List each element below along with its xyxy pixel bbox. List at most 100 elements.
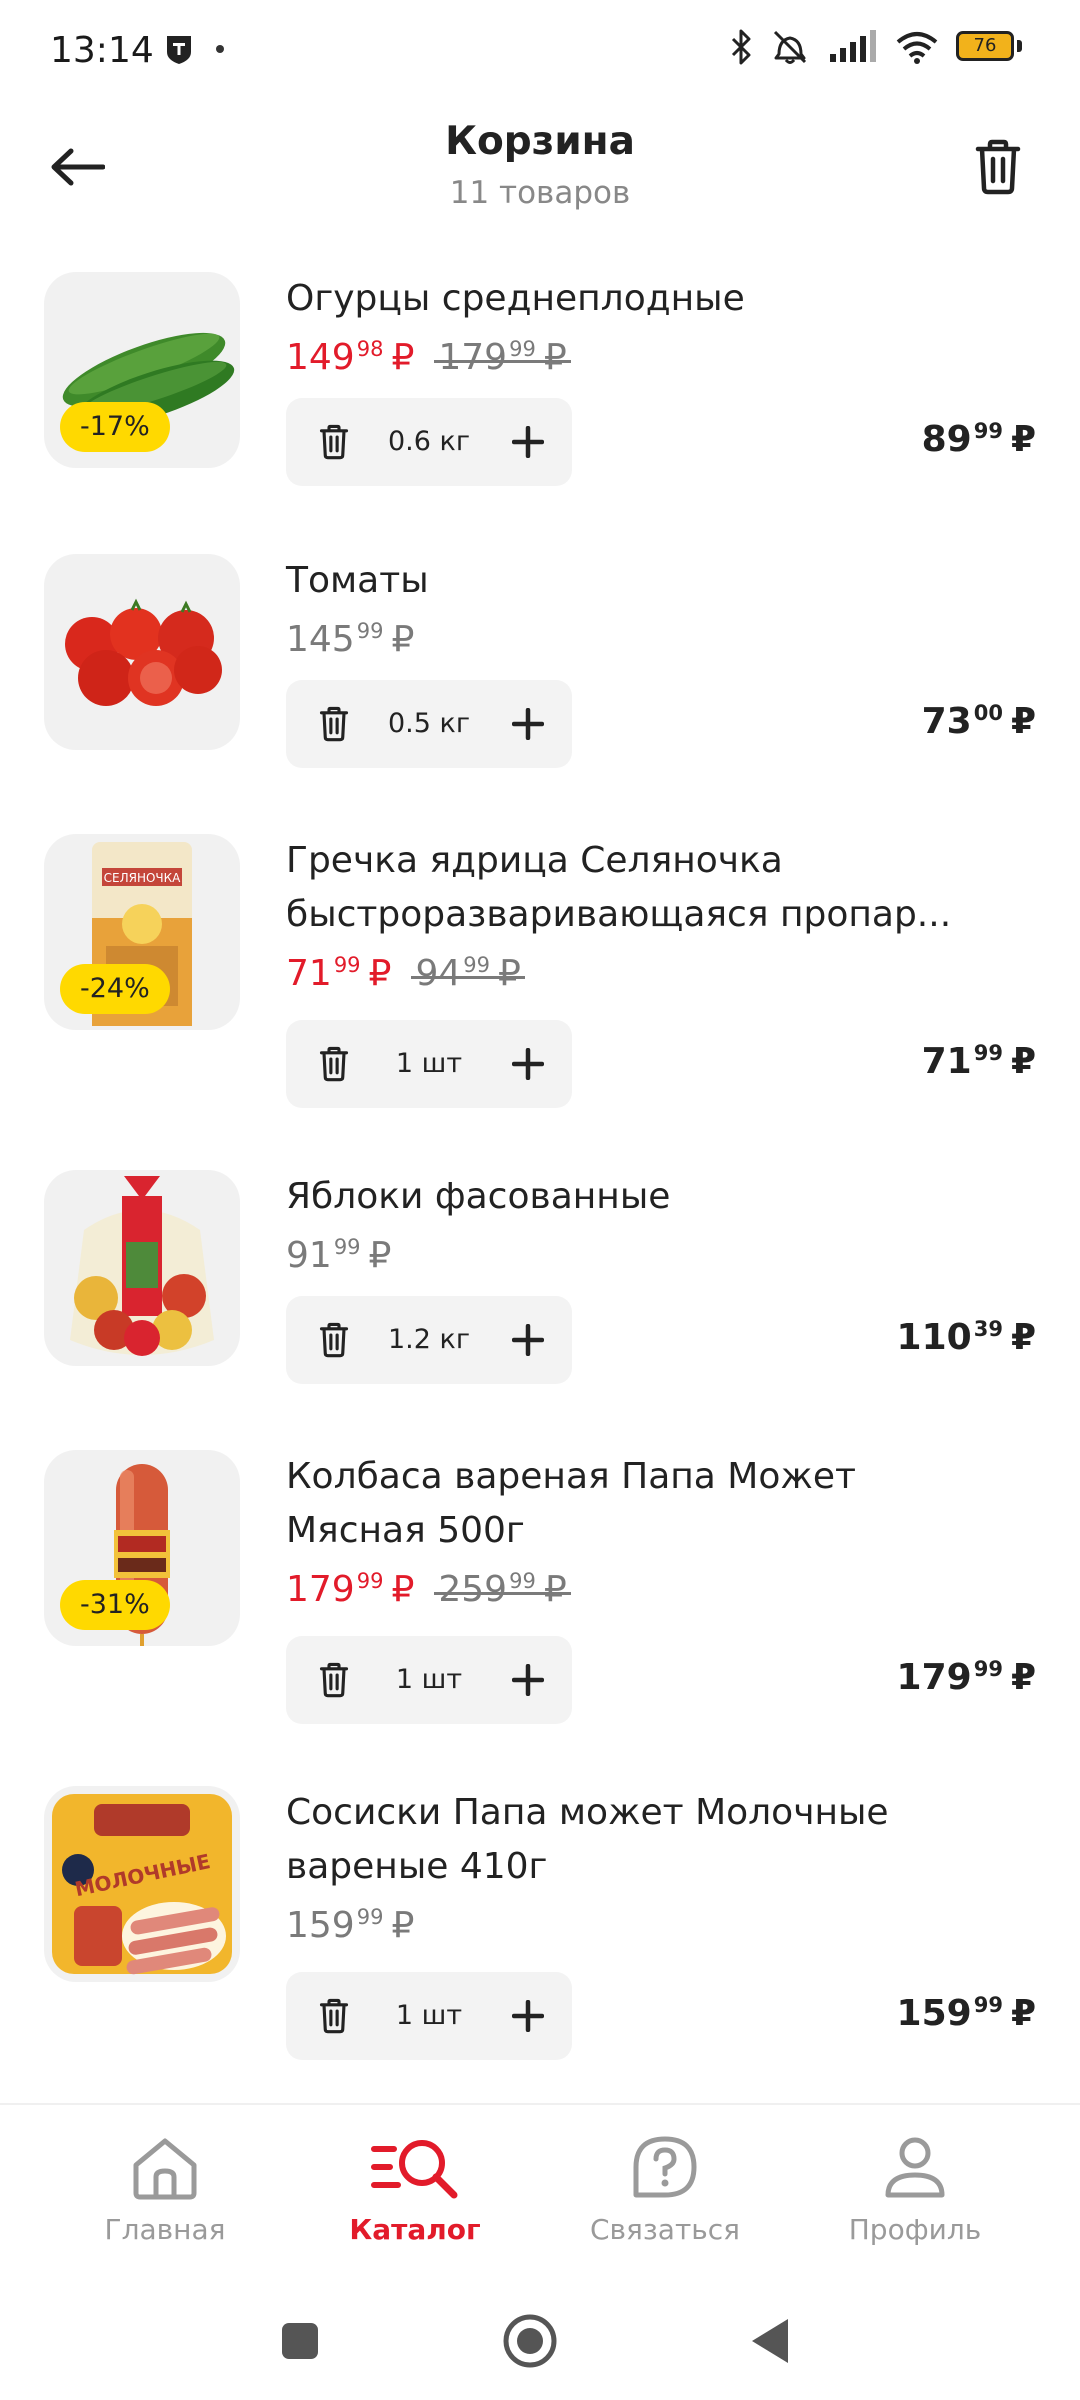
line-total: 89 99 ₽ [921, 419, 1036, 460]
price-row: 71 99 ₽ 94 99 ₽ [286, 952, 526, 996]
status-system-icons: 76 [730, 28, 1022, 66]
discount-badge: -24% [60, 964, 170, 1014]
quantity-value: 1 шт [395, 1048, 463, 1079]
quantity-stepper: 1.2 кг [286, 1296, 572, 1384]
cart-item: СЕЛЯНОЧКА -24% Гречка ядрица Селяночка б… [0, 834, 1080, 1124]
add-quantity-button[interactable] [502, 416, 554, 468]
quantity-value: 1.2 кг [387, 1324, 470, 1355]
quantity-value: 1 шт [395, 1664, 463, 1695]
quantity-value: 1 шт [395, 2000, 463, 2031]
nav-item-contact[interactable]: Связаться [530, 2135, 800, 2265]
frankfurters-package-image: МОЛОЧНЫЕ [52, 1794, 232, 1975]
quantity-value: 0.6 кг [387, 426, 470, 457]
product-name[interactable]: Огурцы среднеплодные [286, 272, 1006, 326]
home-system-button[interactable] [500, 2311, 560, 2371]
price-row: 179 99 ₽ 259 99 ₽ [286, 1568, 572, 1612]
remove-item-button[interactable] [308, 1314, 360, 1366]
discount-badge: -17% [60, 402, 170, 452]
back-system-button[interactable] [740, 2311, 800, 2371]
product-name[interactable]: Яблоки фасованные [286, 1170, 1006, 1224]
items-count: 11 товаров [449, 175, 631, 211]
line-total: 179 99 ₽ [896, 1657, 1036, 1698]
nav-item-catalog[interactable]: Каталог [280, 2135, 550, 2265]
notification-app-icon [167, 36, 191, 64]
trash-icon [975, 139, 1021, 195]
add-quantity-button[interactable] [502, 698, 554, 750]
battery-icon: 76 [956, 31, 1022, 63]
price-row: 91 99 ₽ [286, 1234, 391, 1278]
circle-icon [503, 2314, 557, 2368]
triangle-back-icon [752, 2319, 788, 2363]
status-notifications [162, 32, 224, 66]
product-image[interactable] [44, 554, 240, 750]
square-icon [282, 2323, 318, 2359]
trash-icon [319, 1322, 349, 1358]
current-price: 145 99 ₽ [286, 619, 415, 660]
trash-icon [319, 1046, 349, 1082]
remove-item-button[interactable] [308, 1654, 360, 1706]
cart-header: Корзина 11 товаров [0, 105, 1080, 255]
nav-item-profile[interactable]: Профиль [780, 2135, 1050, 2265]
price-row: 145 99 ₽ [286, 618, 414, 662]
current-price: 179 99 ₽ [286, 1569, 415, 1610]
nav-item-home[interactable]: Главная [30, 2135, 300, 2265]
cart-item: МОЛОЧНЫЕ Сосиски Папа может Молочные вар… [0, 1786, 1080, 2076]
product-image[interactable]: -31% [44, 1450, 240, 1646]
line-total: 110 39 ₽ [896, 1317, 1036, 1358]
trash-icon [319, 1662, 349, 1698]
wifi-icon [896, 32, 938, 64]
plus-icon [512, 426, 544, 458]
trash-icon [319, 1998, 349, 2034]
product-name[interactable]: Гречка ядрица Селяночка быстроразвариваю… [286, 834, 1006, 942]
add-quantity-button[interactable] [502, 1314, 554, 1366]
remove-item-button[interactable] [308, 416, 360, 468]
page-title: Корзина [445, 119, 635, 164]
mute-icon [773, 30, 807, 64]
product-name[interactable]: Колбаса вареная Папа Может Мясная 500г [286, 1450, 1006, 1558]
plus-icon [512, 1048, 544, 1080]
bluetooth-icon [731, 29, 751, 65]
line-total: 73 00 ₽ [921, 701, 1036, 742]
price-row: 159 99 ₽ [286, 1904, 414, 1948]
signal-icon [830, 30, 876, 62]
system-navigation [0, 2283, 1080, 2400]
catalog-search-icon [371, 2140, 458, 2199]
add-quantity-button[interactable] [502, 1038, 554, 1090]
current-price: 149 98 ₽ [286, 337, 415, 378]
product-name[interactable]: Томаты [286, 554, 1006, 608]
current-price: 71 99 ₽ [286, 953, 392, 994]
plus-icon [512, 1664, 544, 1696]
trash-icon [319, 424, 349, 460]
quantity-stepper: 0.6 кг [286, 398, 572, 486]
add-quantity-button[interactable] [502, 1990, 554, 2042]
nav-label-catalog: Каталог [349, 2213, 481, 2246]
plus-icon [512, 1324, 544, 1356]
quantity-value: 0.5 кг [387, 708, 470, 739]
nav-label-contact: Связаться [590, 2213, 740, 2246]
plus-icon [512, 2000, 544, 2032]
svg-text:СЕЛЯНОЧКА: СЕЛЯНОЧКА [104, 871, 182, 885]
product-image[interactable] [44, 1170, 240, 1366]
apples-bag-image [70, 1176, 214, 1356]
home-icon [133, 2138, 197, 2200]
cart-item: Томаты 145 99 ₽ 0.5 кг 73 00 ₽ [0, 554, 1080, 784]
product-name[interactable]: Сосиски Папа может Молочные вареные 410г [286, 1786, 1006, 1894]
product-image[interactable]: СЕЛЯНОЧКА -24% [44, 834, 240, 1030]
add-quantity-button[interactable] [502, 1654, 554, 1706]
cart-item: -31% Колбаса вареная Папа Может Мясная 5… [0, 1450, 1080, 1740]
product-image[interactable]: МОЛОЧНЫЕ [44, 1786, 240, 1982]
clear-cart-button[interactable] [966, 135, 1030, 199]
notification-dot-icon [216, 45, 224, 53]
remove-item-button[interactable] [308, 698, 360, 750]
cart-item: -17% Огурцы среднеплодные 149 98 ₽ 179 99 ₽ … [0, 272, 1080, 502]
old-price: 259 99 ₽ [434, 1569, 572, 1610]
discount-badge: -31% [60, 1580, 170, 1630]
old-price: 179 99 ₽ [434, 337, 572, 378]
recents-button[interactable] [270, 2311, 330, 2371]
remove-item-button[interactable] [308, 1038, 360, 1090]
help-chat-icon [633, 2136, 697, 2198]
product-image[interactable]: -17% [44, 272, 240, 468]
old-price: 94 99 ₽ [411, 953, 526, 994]
line-total: 71 99 ₽ [921, 1041, 1036, 1082]
remove-item-button[interactable] [308, 1990, 360, 2042]
